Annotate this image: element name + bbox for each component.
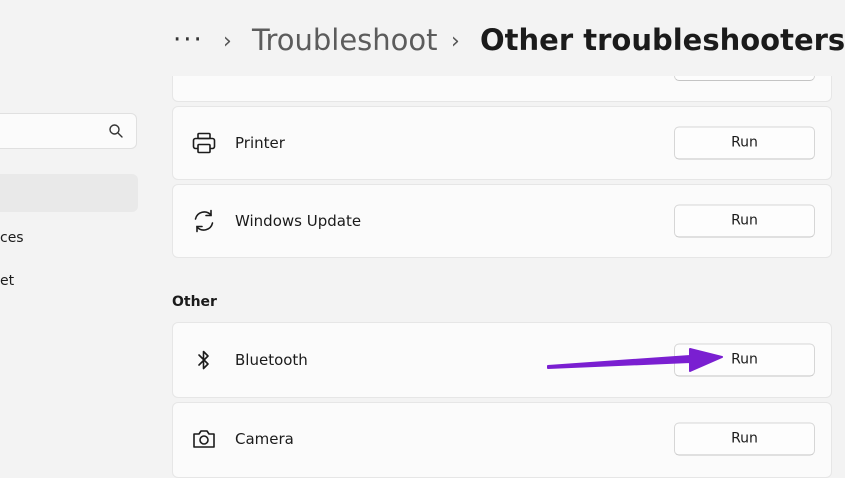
printer-icon <box>191 130 217 156</box>
camera-icon <box>191 426 217 452</box>
card-camera: Camera Run <box>172 402 832 478</box>
card-windows-update: Windows Update Run <box>172 184 832 258</box>
search-icon <box>108 123 124 139</box>
more-breadcrumb-button[interactable]: ··· <box>173 20 204 60</box>
run-button-windows-update[interactable]: Run <box>674 204 815 238</box>
card-label-bluetooth: Bluetooth <box>235 351 308 369</box>
card-label-camera: Camera <box>235 430 294 448</box>
sidebar-item-label[interactable]: et <box>0 273 14 289</box>
run-button-camera[interactable]: Run <box>674 422 815 456</box>
refresh-icon <box>191 208 217 234</box>
chevron-right-icon: › <box>223 29 232 54</box>
breadcrumb-troubleshoot[interactable]: Troubleshoot <box>252 20 438 60</box>
page-title: Other troubleshooters <box>480 23 845 57</box>
search-input[interactable] <box>0 113 137 149</box>
run-button-printer[interactable]: Run <box>674 126 815 160</box>
chevron-right-icon: › <box>451 29 460 54</box>
card-bluetooth: Bluetooth Run <box>172 322 832 398</box>
section-title-other: Other <box>172 294 217 310</box>
bluetooth-icon <box>191 347 217 373</box>
run-button-bluetooth[interactable]: Run <box>674 343 815 377</box>
sidebar-item-label[interactable]: ces <box>0 230 24 246</box>
page-header: ··· › Troubleshoot › Other troubleshoote… <box>0 0 845 76</box>
card-printer: Printer Run <box>172 106 832 180</box>
card-label-printer: Printer <box>235 134 285 152</box>
card-label-windows-update: Windows Update <box>235 212 362 230</box>
sidebar-item-active[interactable] <box>0 174 138 212</box>
